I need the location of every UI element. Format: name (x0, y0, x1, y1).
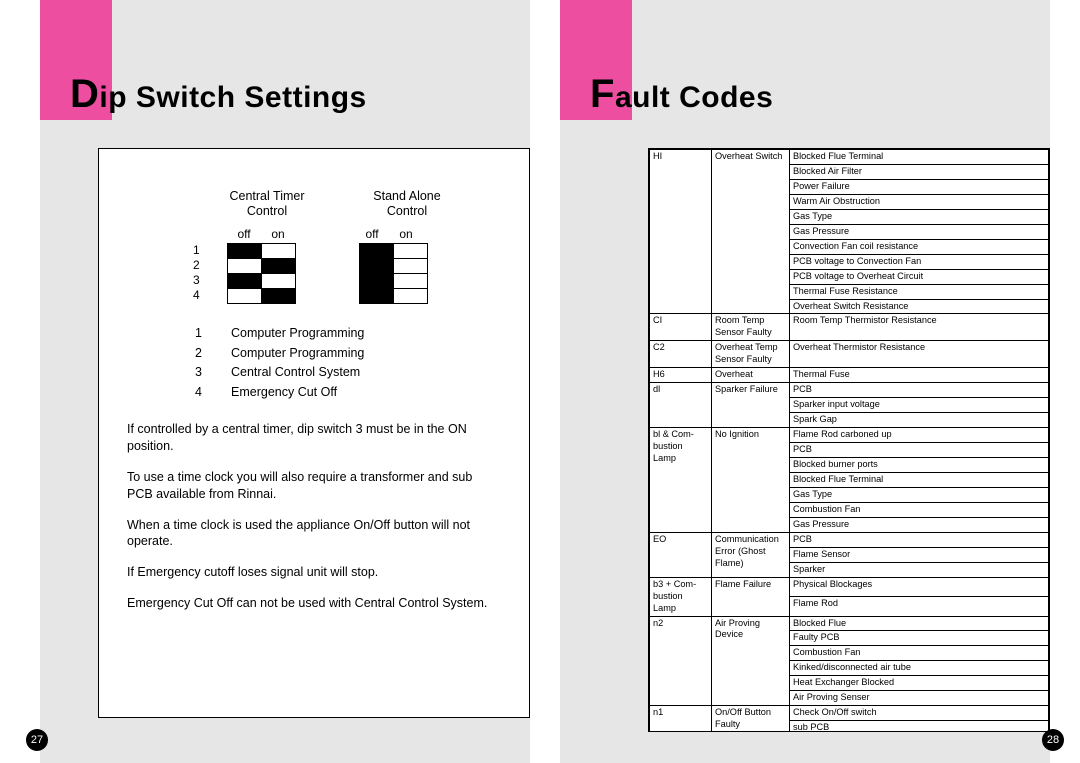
label-off: off (355, 227, 389, 241)
title-rest: ault Codes (615, 81, 773, 114)
onoff-labels-2: off on (355, 227, 423, 241)
dip-legend: 1Computer Programming2Computer Programmi… (193, 323, 366, 403)
dip-col2-header: Stand Alone Control (367, 189, 447, 219)
dip-switch-diagrams: 1234 (193, 243, 501, 307)
page-number-left: 27 (26, 729, 48, 751)
dip-col1-header: Central Timer Control (227, 189, 307, 219)
title-first-letter: F (590, 72, 615, 116)
page-number-right: 28 (1042, 729, 1064, 751)
label-on: on (389, 227, 423, 241)
title-first-letter: D (70, 72, 99, 116)
header-right: Fault Codes (560, 0, 1050, 120)
dip-notes: If controlled by a central timer, dip sw… (127, 421, 501, 612)
page-title-left: Dip Switch Settings (70, 72, 367, 117)
fault-codes-panel: HIOverheat SwitchBlocked Flue TerminalBl… (648, 148, 1050, 732)
page-title-right: Fault Codes (590, 72, 773, 117)
page-left: Dip Switch Settings Central Timer Contro… (40, 0, 530, 763)
header-left: Dip Switch Settings (40, 0, 530, 120)
title-rest: ip Switch Settings (99, 81, 366, 114)
dip-switch-panel: Central Timer Control Stand Alone Contro… (98, 148, 530, 718)
page-right: Fault Codes HIOverheat SwitchBlocked Flu… (560, 0, 1050, 763)
onoff-labels-1: off on (227, 227, 295, 241)
dip-grid-standalone (359, 243, 428, 304)
label-on: on (261, 227, 295, 241)
dip-grid-central (227, 243, 296, 304)
dip-row-numbers: 1234 (193, 243, 200, 303)
label-off: off (227, 227, 261, 241)
fault-codes-table: HIOverheat SwitchBlocked Flue TerminalBl… (649, 149, 1049, 732)
